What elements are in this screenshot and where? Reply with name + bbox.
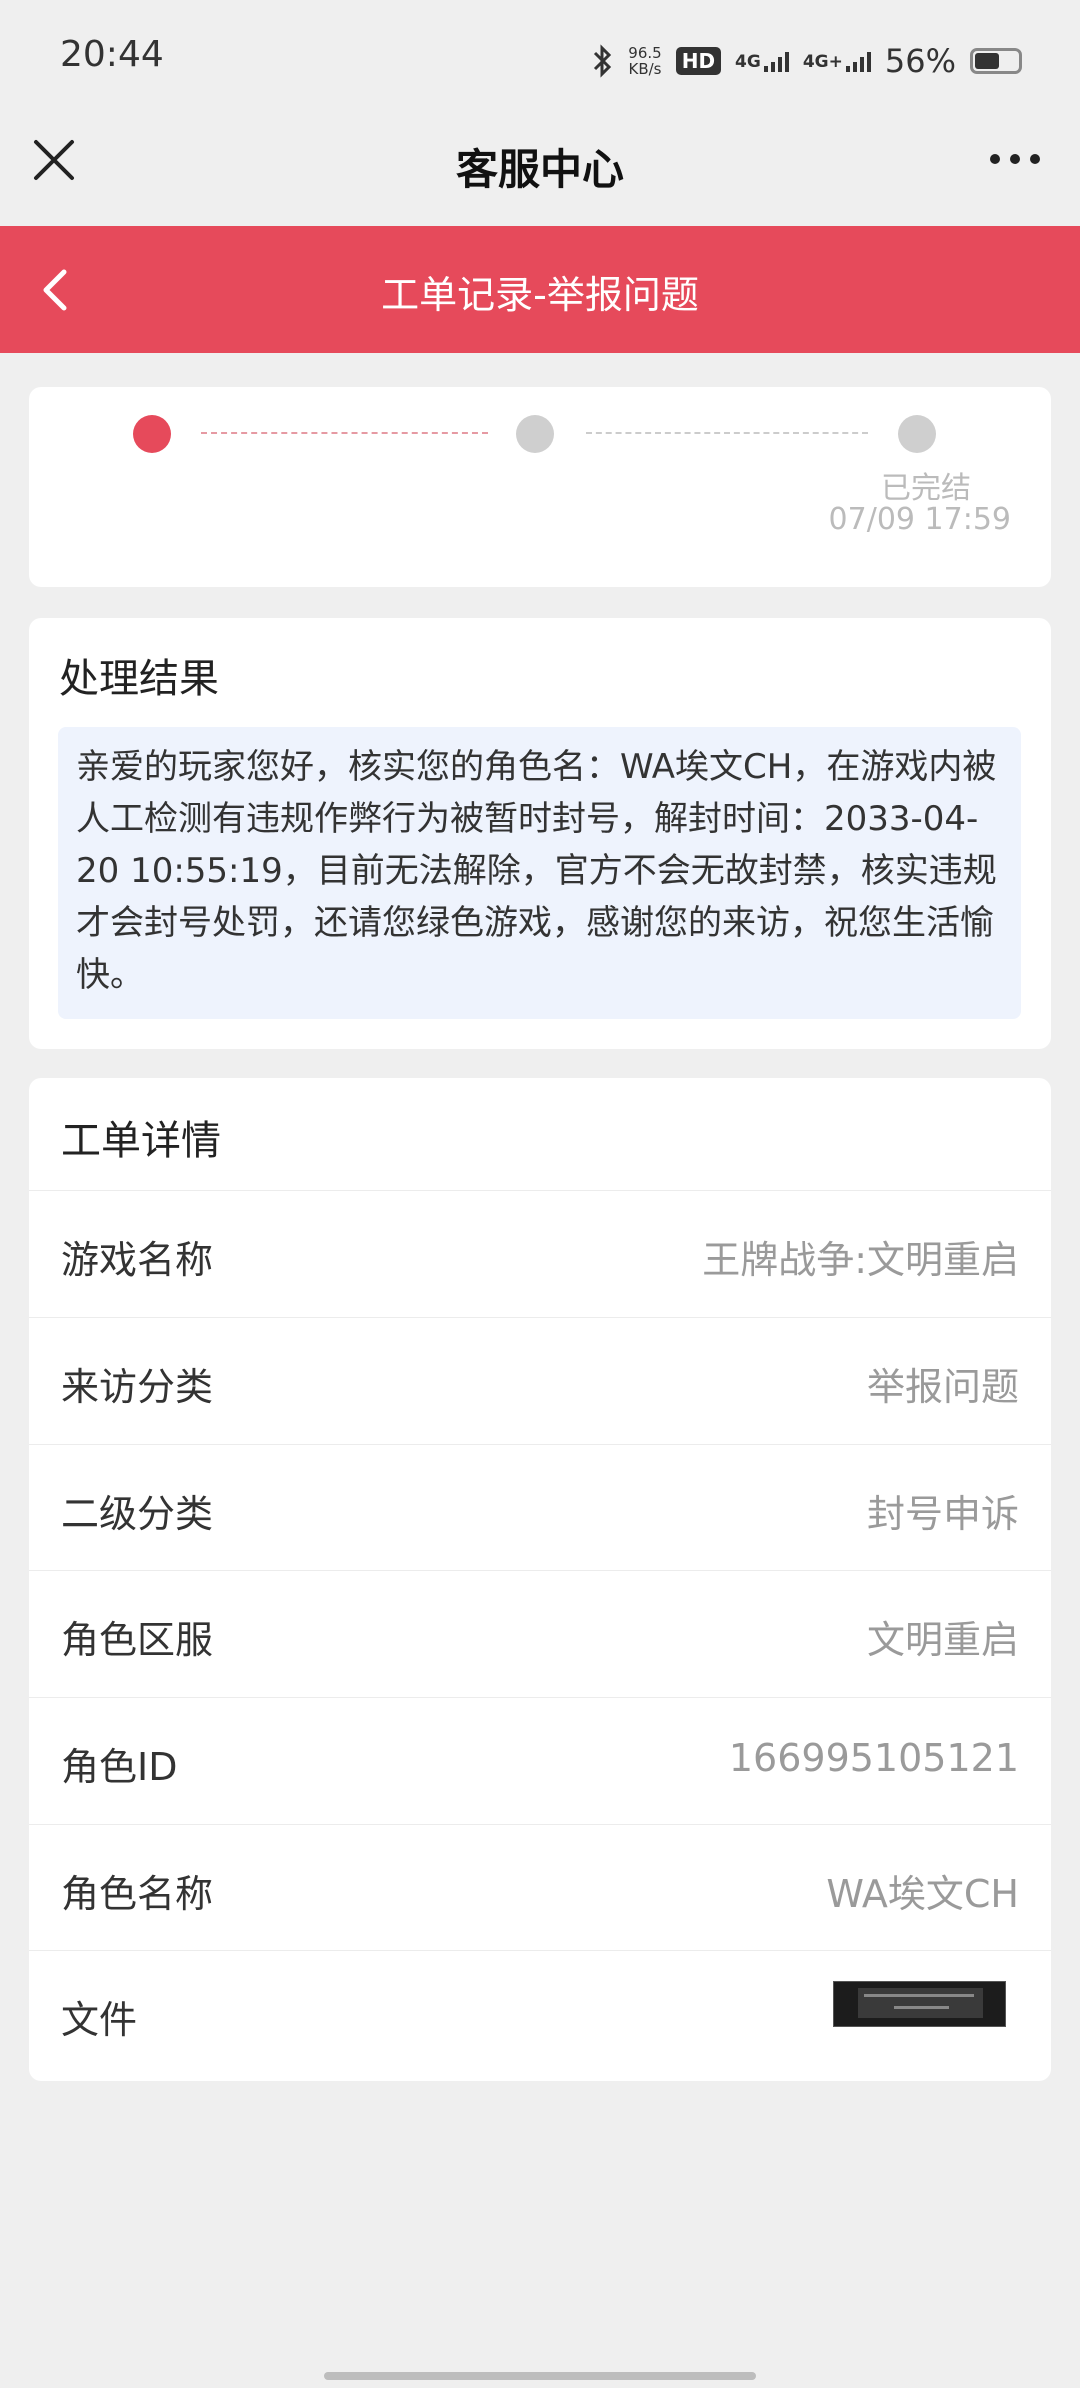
result-text: 亲爱的玩家您好，核实您的角色名：WA埃文CH，在游戏内被人工检测有违规作弊行为被… [58, 727, 1021, 1019]
detail-label: 角色区服 [61, 1618, 214, 1662]
network-speed: 96.5 KB/s [628, 45, 661, 77]
detail-row-file: 文件 [29, 1950, 1051, 2077]
details-title: 工单详情 [61, 1118, 221, 1164]
detail-label: 二级分类 [61, 1492, 214, 1536]
signal-2: 4G+ [803, 50, 871, 72]
hd-badge: HD [675, 47, 722, 75]
progress-step-2 [516, 415, 554, 453]
ticket-details-card: 工单详情 游戏名称 王牌战争:文明重启 来访分类 举报问题 二级分类 封号申诉 … [29, 1078, 1051, 2081]
battery-icon [970, 48, 1022, 74]
result-title: 处理结果 [59, 656, 219, 702]
battery-percent: 56% [884, 42, 956, 80]
progress-card: 已完结 07/09 17:59 [29, 387, 1051, 587]
detail-value: WA埃文CH [826, 1872, 1019, 1916]
signal-2-label: 4G+ [802, 52, 843, 72]
status-time: 20:44 [60, 34, 164, 75]
detail-label: 角色名称 [61, 1872, 214, 1916]
progress-step-3 [898, 415, 936, 453]
progress-step-3-label: 已完结 [881, 471, 971, 506]
signal-bars-icon [763, 50, 789, 72]
progress-completed-time: 07/09 17:59 [828, 502, 1011, 537]
home-indicator[interactable] [324, 2372, 756, 2380]
status-icons: 96.5 KB/s HD 4G 4G+ 56% [592, 36, 1022, 86]
page-header: 工单记录-举报问题 [0, 226, 1080, 353]
detail-row-game-name: 游戏名称 王牌战争:文明重启 [29, 1190, 1051, 1317]
signal-1: 4G [735, 50, 789, 72]
detail-row-category: 来访分类 举报问题 [29, 1317, 1051, 1444]
signal-bars-icon [845, 50, 871, 72]
status-bar: 20:44 96.5 KB/s HD 4G 4G+ 56% [0, 0, 1080, 118]
detail-row-role-name: 角色名称 WA埃文CH [29, 1824, 1051, 1951]
detail-row-role-id: 角色ID 166995105121 [29, 1697, 1051, 1824]
detail-row-subcategory: 二级分类 封号申诉 [29, 1444, 1051, 1571]
progress-step-1 [133, 415, 171, 453]
progress-connector-2 [586, 432, 868, 434]
detail-label: 来访分类 [61, 1365, 214, 1409]
detail-value: 文明重启 [866, 1618, 1019, 1662]
signal-1-label: 4G [735, 52, 761, 72]
detail-label: 文件 [61, 1998, 138, 2042]
detail-label: 游戏名称 [61, 1238, 214, 1282]
detail-value: 166995105121 [728, 1736, 1019, 1780]
nav-title: 客服中心 [455, 145, 624, 194]
bluetooth-icon [594, 44, 612, 78]
detail-label: 角色ID [61, 1745, 178, 1789]
file-thumbnail[interactable] [833, 1981, 1006, 2027]
top-nav: 客服中心 [0, 118, 1080, 226]
page-title: 工单记录-举报问题 [381, 273, 699, 317]
detail-row-server: 角色区服 文明重启 [29, 1570, 1051, 1697]
detail-value: 举报问题 [866, 1365, 1019, 1409]
network-speed-value: 96.5 [628, 44, 662, 62]
result-card: 处理结果 亲爱的玩家您好，核实您的角色名：WA埃文CH，在游戏内被人工检测有违规… [29, 618, 1051, 1049]
detail-value: 封号申诉 [866, 1492, 1019, 1536]
detail-value: 王牌战争:文明重启 [702, 1238, 1019, 1282]
progress-connector-1 [201, 432, 488, 434]
more-options-icon[interactable] [980, 146, 1040, 172]
network-speed-unit: KB/s [628, 60, 662, 78]
